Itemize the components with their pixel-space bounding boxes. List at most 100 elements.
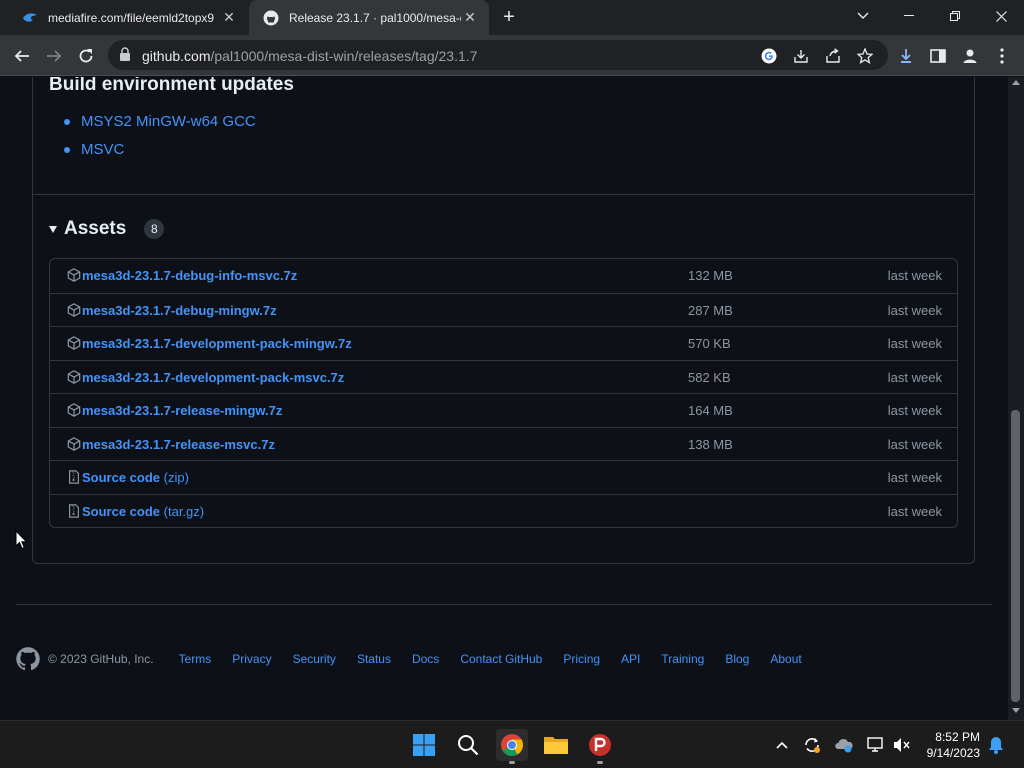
asset-row: mesa3d-23.1.7-development-pack-msvc.7z 58… — [50, 359, 957, 394]
asset-name: mesa3d-23.1.7-development-pack-mingw.7z — [82, 336, 352, 351]
asset-row: mesa3d-23.1.7-development-pack-mingw.7z 5… — [50, 326, 957, 360]
folder-icon — [544, 737, 568, 754]
onedrive-icon[interactable] — [834, 735, 854, 755]
asset-download-link[interactable]: Source code (tar.gz) — [82, 504, 204, 519]
back-button[interactable] — [8, 42, 36, 70]
new-tab-button[interactable]: + — [498, 6, 520, 28]
assets-list: mesa3d-23.1.7-debug-info-msvc.7z 132 MB la… — [49, 258, 958, 528]
clock-date: 9/14/2023 — [926, 746, 980, 760]
asset-download-link[interactable]: mesa3d-23.1.7-debug-info-msvc.7z — [82, 268, 297, 283]
forward-button[interactable] — [40, 42, 68, 70]
asset-date: last week — [887, 403, 942, 418]
mouse-cursor-icon — [15, 530, 28, 550]
scroll-down-arrow-icon[interactable] — [1012, 708, 1020, 713]
tray-overflow-chevron-icon[interactable] — [772, 735, 792, 755]
footer-link-privacy[interactable]: Privacy — [232, 652, 271, 666]
package-icon — [67, 436, 81, 451]
chrome-taskbar-button[interactable] — [496, 729, 528, 764]
build-env-heading: Build environment updates — [49, 77, 294, 95]
github-logo-icon[interactable] — [16, 647, 40, 671]
asset-size: 287 MB — [688, 302, 733, 318]
footer-link-blog[interactable]: Blog — [725, 652, 749, 666]
scrollbar-thumb[interactable] — [1011, 410, 1020, 702]
asset-date: last week — [887, 336, 942, 351]
footer-link-about[interactable]: About — [770, 652, 801, 666]
tab-title: Release 23.1.7 · pal1000/mesa-di — [289, 10, 461, 25]
browser-toolbar: github.com/pal1000/mesa-dist-win/release… — [0, 35, 1024, 76]
asset-download-link[interactable]: mesa3d-23.1.7-release-msvc.7z — [82, 437, 275, 452]
footer-link-contact-github[interactable]: Contact GitHub — [460, 652, 542, 666]
restore-button[interactable] — [932, 0, 978, 32]
asset-download-link[interactable]: mesa3d-23.1.7-development-pack-msvc.7z — [82, 370, 344, 385]
notifications-bell-icon[interactable] — [986, 735, 1006, 755]
tab-github-release[interactable]: Release 23.1.7 · pal1000/mesa-di ✕ — [249, 0, 489, 35]
asset-date: last week — [887, 302, 942, 318]
address-bar[interactable]: github.com/pal1000/mesa-dist-win/release… — [108, 40, 888, 70]
asset-download-link[interactable]: mesa3d-23.1.7-debug-mingw.7z — [82, 303, 277, 318]
side-panel-icon[interactable] — [928, 46, 948, 66]
package-icon — [67, 403, 81, 417]
asset-date: last week — [887, 369, 942, 385]
asset-name: Source code — [82, 470, 161, 485]
footer-link-docs[interactable]: Docs — [412, 652, 439, 666]
minimize-button[interactable] — [886, 0, 932, 32]
lock-icon[interactable] — [119, 47, 133, 63]
footer-link-security[interactable]: Security — [293, 652, 336, 666]
asset-name: mesa3d-23.1.7-release-msvc.7z — [82, 436, 275, 452]
asset-name: mesa3d-23.1.7-debug-mingw.7z — [82, 302, 277, 318]
search-button[interactable] — [452, 729, 484, 761]
footer-link-api[interactable]: API — [621, 652, 640, 666]
downloads-icon[interactable] — [896, 46, 916, 66]
asset-size: 582 KB — [688, 369, 731, 385]
footer-copyright: © 2023 GitHub, Inc. — [48, 652, 154, 666]
tab-mediafire[interactable]: mediafire.com/file/eemld2topx9 ✕ — [8, 0, 248, 35]
assets-summary-toggle[interactable]: Assets 8 — [49, 218, 165, 240]
reload-button[interactable] — [72, 42, 100, 70]
asset-row: mesa3d-23.1.7-debug-info-msvc.7z 132 MB la… — [50, 259, 957, 293]
tab-close-icon[interactable]: ✕ — [461, 9, 479, 27]
install-app-icon[interactable] — [792, 47, 810, 65]
asset-download-link[interactable]: Source code (zip) — [82, 470, 189, 485]
file-explorer-button[interactable] — [540, 729, 572, 761]
network-icon[interactable] — [866, 735, 886, 755]
psiphon-button[interactable] — [584, 729, 616, 764]
package-icon — [67, 268, 81, 282]
asset-name: Source code — [82, 503, 161, 519]
menu-kebab-icon[interactable] — [992, 46, 1012, 66]
asset-download-link[interactable]: mesa3d-23.1.7-development-pack-mingw.7z — [82, 336, 352, 351]
tab-close-icon[interactable]: ✕ — [220, 9, 238, 27]
file-zip-icon — [67, 503, 81, 518]
build-env-list: MSYS2 MinGW-w64 GCC MSVC — [64, 113, 256, 169]
asset-date: last week — [887, 470, 942, 485]
profile-icon[interactable] — [960, 46, 980, 66]
github-icon — [263, 10, 279, 26]
url-text[interactable]: github.com/pal1000/mesa-dist-win/release… — [142, 48, 477, 64]
close-window-button[interactable] — [978, 0, 1024, 32]
footer-link-status[interactable]: Status — [357, 652, 391, 666]
footer-divider — [16, 604, 992, 605]
chrome-icon — [501, 734, 523, 756]
section-divider — [33, 194, 974, 195]
build-env-link-msvc[interactable]: MSVC — [64, 141, 256, 169]
google-lens-icon[interactable] — [760, 47, 778, 65]
asset-date: last week — [887, 268, 942, 283]
footer-link-pricing[interactable]: Pricing — [563, 652, 600, 666]
asset-row: Source code (zip) last week — [50, 460, 957, 494]
taskbar-clock[interactable]: 8:52 PM 9/14/2023 — [927, 729, 980, 761]
build-env-link-msys2[interactable]: MSYS2 MinGW-w64 GCC — [64, 113, 256, 141]
footer-link-training[interactable]: Training — [661, 652, 704, 666]
start-button[interactable] — [408, 729, 440, 761]
bookmark-star-icon[interactable] — [856, 47, 874, 65]
share-icon[interactable] — [824, 47, 842, 65]
scroll-up-arrow-icon[interactable] — [1012, 80, 1020, 85]
footer-link-terms[interactable]: Terms — [179, 652, 212, 666]
tab-title: mediafire.com/file/eemld2topx9 — [48, 10, 215, 25]
asset-size: 570 KB — [688, 336, 731, 351]
browser-tab-strip: mediafire.com/file/eemld2topx9 ✕ Release… — [0, 0, 1024, 35]
asset-download-link[interactable]: mesa3d-23.1.7-release-mingw.7z — [82, 403, 282, 418]
volume-muted-icon[interactable] — [892, 735, 912, 755]
package-icon — [67, 369, 81, 384]
sync-icon[interactable] — [802, 735, 822, 755]
asset-date: last week — [887, 436, 942, 452]
tab-search-chevron-icon[interactable] — [840, 0, 886, 32]
